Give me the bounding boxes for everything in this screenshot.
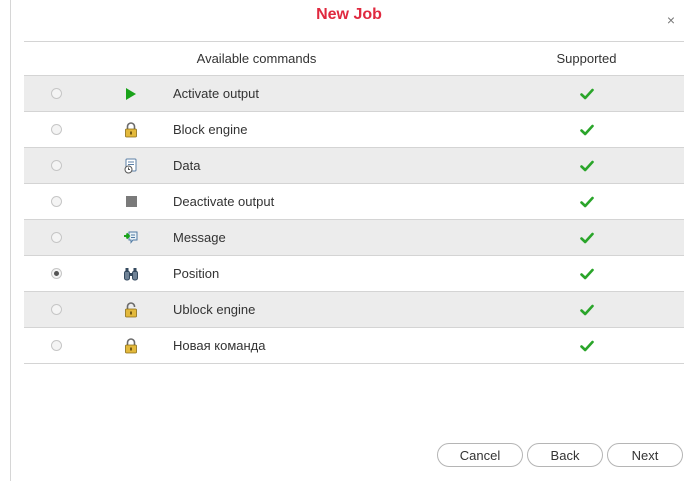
command-name: Новая команда [173, 338, 266, 353]
check-icon [489, 232, 684, 244]
command-radio[interactable] [51, 304, 62, 315]
check-icon [489, 160, 684, 172]
check-icon [489, 124, 684, 136]
check-icon [489, 88, 684, 100]
check-icon [489, 304, 684, 316]
dialog-title: New Job [316, 6, 382, 23]
check-icon [489, 196, 684, 208]
table-row[interactable]: Data [24, 148, 684, 184]
table-row[interactable]: Deactivate output [24, 184, 684, 220]
close-icon[interactable]: × [667, 13, 675, 27]
command-radio[interactable] [51, 196, 62, 207]
command-name: Ublock engine [173, 302, 256, 317]
table-row[interactable]: Block engine [24, 112, 684, 148]
commands-table: Available commands Supported Activate ou… [24, 41, 684, 364]
table-header: Available commands Supported [24, 42, 684, 76]
table-row[interactable]: Message [24, 220, 684, 256]
radio-selected-dot [54, 271, 59, 276]
command-radio[interactable] [51, 232, 62, 243]
message-icon [89, 230, 173, 246]
command-radio[interactable] [51, 124, 62, 135]
header-available-commands: Available commands [196, 51, 317, 66]
command-radio[interactable] [51, 160, 62, 171]
lock-icon [89, 337, 173, 354]
radio-cell [24, 88, 89, 99]
radio-cell [24, 232, 89, 243]
command-radio[interactable] [51, 268, 62, 279]
play-icon [89, 87, 173, 101]
radio-cell [24, 268, 89, 279]
command-radio[interactable] [51, 88, 62, 99]
lock-icon [89, 121, 173, 138]
radio-cell [24, 304, 89, 315]
radio-cell [24, 196, 89, 207]
command-name: Position [173, 266, 220, 281]
next-button[interactable]: Next [607, 443, 683, 467]
radio-cell [24, 124, 89, 135]
unlock-icon [89, 301, 173, 318]
header-supported: Supported [556, 51, 617, 66]
check-icon [489, 268, 684, 280]
command-name: Activate output [173, 86, 259, 101]
back-button[interactable]: Back [527, 443, 603, 467]
table-row[interactable]: Activate output [24, 76, 684, 112]
command-name: Block engine [173, 122, 248, 137]
command-name: Deactivate output [173, 194, 275, 209]
radio-cell [24, 340, 89, 351]
command-name: Message [173, 230, 226, 245]
new-job-dialog: New Job × Available commands Supported A… [10, 0, 687, 481]
table-row[interactable]: Новая команда [24, 328, 684, 364]
command-radio[interactable] [51, 340, 62, 351]
check-icon [489, 340, 684, 352]
radio-cell [24, 160, 89, 171]
binoculars-icon [89, 266, 173, 282]
data-request-icon [89, 158, 173, 174]
table-row[interactable]: Position [24, 256, 684, 292]
table-body: Activate output Block engine Data Deactivat… [24, 76, 684, 364]
cancel-button[interactable]: Cancel [437, 443, 523, 467]
stop-icon [89, 195, 173, 208]
command-name: Data [173, 158, 201, 173]
table-row[interactable]: Ublock engine [24, 292, 684, 328]
